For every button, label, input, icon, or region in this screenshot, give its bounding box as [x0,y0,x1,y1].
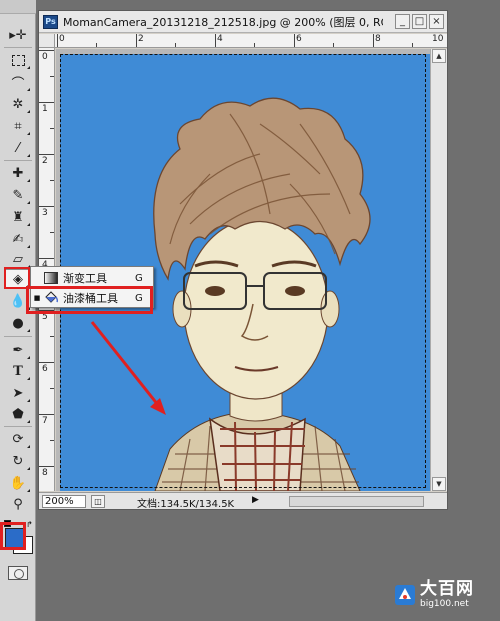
watermark-name: 大百网 [420,579,474,599]
watermark-url: big100.net [420,599,469,609]
arrow-head [150,398,166,415]
arrow-shaft [90,321,164,411]
annotation-arrow [90,321,166,415]
site-watermark: 大百网 big100.net [394,575,494,615]
site-logo-icon [395,585,415,605]
